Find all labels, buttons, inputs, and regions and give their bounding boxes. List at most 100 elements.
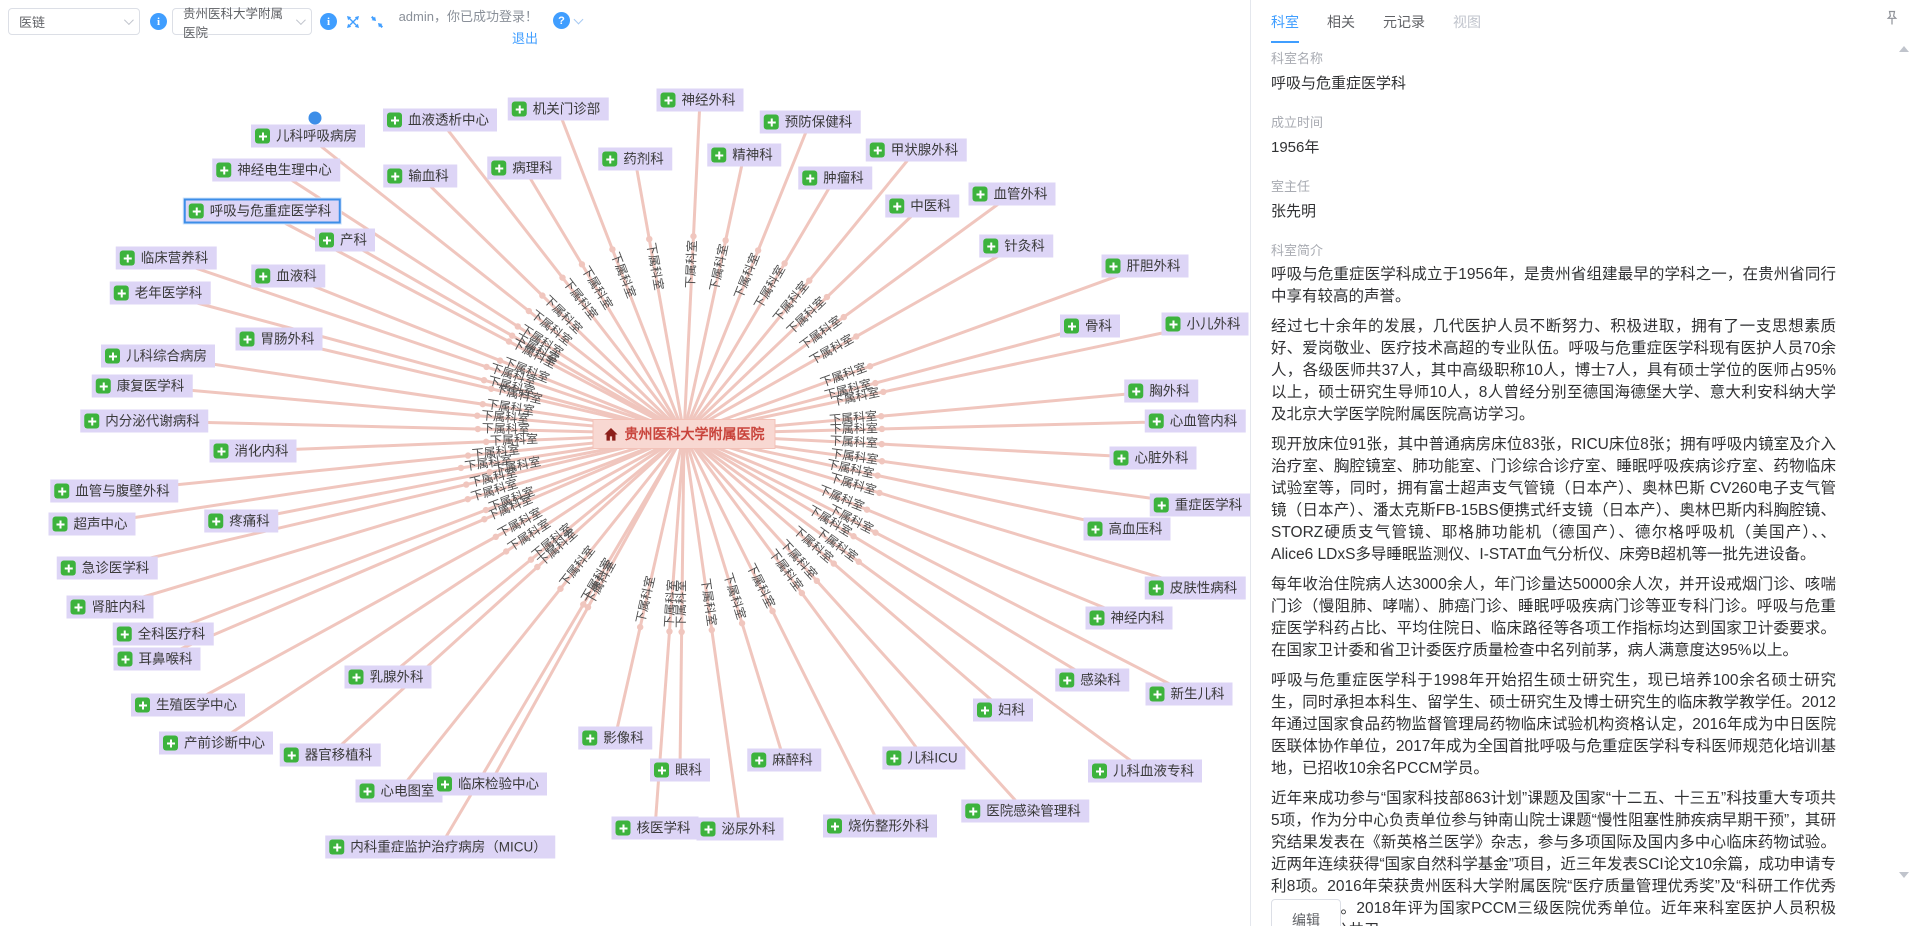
expand-plus-icon[interactable] — [701, 822, 716, 837]
graph-node[interactable]: 神经电生理中心 — [212, 159, 340, 182]
graph-node[interactable]: 儿科呼吸病房 — [251, 125, 365, 148]
graph-node[interactable]: 器官移植科 — [280, 744, 381, 767]
info-icon[interactable]: i — [320, 13, 337, 30]
expand-plus-icon[interactable] — [491, 161, 506, 176]
graph-node[interactable]: 高血压科 — [1084, 518, 1171, 541]
help-menu[interactable]: ? — [553, 12, 582, 29]
logout-link[interactable]: 退出 — [512, 28, 538, 47]
expand-plus-icon[interactable] — [117, 627, 132, 642]
graph-node[interactable]: 皮肤性病科 — [1145, 577, 1246, 600]
graph-node[interactable]: 临床营养科 — [116, 247, 217, 270]
graph-node[interactable]: 内分泌代谢病科 — [80, 410, 208, 433]
expand-plus-icon[interactable] — [61, 561, 76, 576]
graph-node[interactable]: 血管与腹壁外科 — [50, 480, 178, 503]
orphan-node-dot[interactable] — [309, 112, 322, 125]
graph-node[interactable]: 儿科ICU — [882, 747, 965, 770]
graph-type-select[interactable]: 医链 — [8, 8, 140, 35]
expand-plus-icon[interactable] — [1088, 522, 1103, 537]
expand-plus-icon[interactable] — [764, 115, 779, 130]
expand-plus-icon[interactable] — [120, 251, 135, 266]
graph-node[interactable]: 肝胆外科 — [1102, 255, 1189, 278]
expand-plus-icon[interactable] — [977, 703, 992, 718]
graph-node[interactable]: 预防保健科 — [760, 111, 861, 134]
expand-plus-icon[interactable] — [54, 484, 69, 499]
graph-node[interactable]: 产前诊断中心 — [159, 732, 273, 755]
expand-plus-icon[interactable] — [582, 731, 597, 746]
graph-node[interactable]: 骨科 — [1060, 315, 1120, 338]
tab-department[interactable]: 科室 — [1271, 12, 1299, 43]
expand-plus-icon[interactable] — [1064, 319, 1079, 334]
graph-node[interactable]: 麻醉科 — [747, 749, 821, 772]
expand-plus-icon[interactable] — [105, 349, 120, 364]
graph-node[interactable]: 老年医学科 — [110, 282, 211, 305]
expand-plus-icon[interactable] — [214, 444, 229, 459]
fit-view-icon[interactable] — [369, 14, 385, 30]
info-icon[interactable]: i — [150, 13, 167, 30]
expand-plus-icon[interactable] — [965, 804, 980, 819]
expand-plus-icon[interactable] — [387, 113, 402, 128]
graph-node[interactable]: 全科医疗科 — [113, 623, 214, 646]
expand-plus-icon[interactable] — [240, 332, 255, 347]
graph-node[interactable]: 产科 — [315, 229, 375, 252]
graph-node[interactable]: 肾脏内科 — [67, 596, 154, 619]
graph-node[interactable]: 血液科 — [251, 265, 325, 288]
expand-plus-icon[interactable] — [163, 736, 178, 751]
graph-node[interactable]: 超声中心 — [49, 513, 136, 536]
graph-node-selected[interactable]: 呼吸与危重症医学科 — [184, 199, 341, 224]
graph-node[interactable]: 输血科 — [383, 165, 457, 188]
expand-plus-icon[interactable] — [189, 204, 204, 219]
graph-node[interactable]: 中医科 — [885, 195, 959, 218]
pin-icon[interactable] — [1884, 10, 1900, 26]
expand-plus-icon[interactable] — [711, 148, 726, 163]
expand-plus-icon[interactable] — [512, 102, 527, 117]
graph-node[interactable]: 机关门诊部 — [508, 98, 609, 121]
graph-node[interactable]: 医院感染管理科 — [961, 800, 1089, 823]
graph-node[interactable]: 新生儿科 — [1146, 683, 1233, 706]
scroll-up-icon[interactable] — [1899, 46, 1909, 52]
expand-plus-icon[interactable] — [1090, 611, 1105, 626]
expand-plus-icon[interactable] — [319, 233, 334, 248]
expand-plus-icon[interactable] — [71, 600, 86, 615]
graph-node[interactable]: 甲状腺外科 — [866, 139, 967, 162]
graph-node[interactable]: 药剂科 — [598, 148, 672, 171]
expand-plus-icon[interactable] — [1128, 384, 1143, 399]
expand-plus-icon[interactable] — [135, 698, 150, 713]
expand-plus-icon[interactable] — [1150, 687, 1165, 702]
tab-metarecord[interactable]: 元记录 — [1383, 12, 1425, 41]
edit-button[interactable]: 编辑 — [1271, 899, 1341, 926]
graph-node[interactable]: 肿瘤科 — [798, 167, 872, 190]
expand-plus-icon[interactable] — [1154, 498, 1169, 513]
graph-node[interactable]: 心血管内科 — [1145, 410, 1246, 433]
expand-plus-icon[interactable] — [983, 239, 998, 254]
expand-plus-icon[interactable] — [661, 93, 676, 108]
graph-node[interactable]: 耳鼻喉科 — [114, 648, 201, 671]
expand-plus-icon[interactable] — [437, 777, 452, 792]
expand-plus-icon[interactable] — [886, 751, 901, 766]
fullscreen-icon[interactable] — [345, 14, 361, 30]
graph-node[interactable]: 急诊医学科 — [57, 557, 158, 580]
expand-plus-icon[interactable] — [802, 171, 817, 186]
scroll-down-icon[interactable] — [1899, 872, 1909, 878]
expand-plus-icon[interactable] — [1059, 673, 1074, 688]
graph-node[interactable]: 眼科 — [650, 759, 710, 782]
graph-node[interactable]: 消化内科 — [210, 440, 297, 463]
expand-plus-icon[interactable] — [53, 517, 68, 532]
expand-plus-icon[interactable] — [96, 379, 111, 394]
expand-plus-icon[interactable] — [329, 840, 344, 855]
expand-plus-icon[interactable] — [1106, 259, 1121, 274]
graph-node[interactable]: 康复医学科 — [92, 375, 193, 398]
expand-plus-icon[interactable] — [284, 748, 299, 763]
expand-plus-icon[interactable] — [827, 819, 842, 834]
expand-plus-icon[interactable] — [1092, 764, 1107, 779]
graph-node[interactable]: 重症医学科 — [1150, 494, 1250, 517]
graph-node[interactable]: 心脏外科 — [1110, 447, 1197, 470]
expand-plus-icon[interactable] — [1114, 451, 1129, 466]
expand-plus-icon[interactable] — [654, 763, 669, 778]
expand-plus-icon[interactable] — [208, 514, 223, 529]
graph-node[interactable]: 胃肠外科 — [236, 328, 323, 351]
graph-node[interactable]: 疼痛科 — [204, 510, 278, 533]
expand-plus-icon[interactable] — [360, 784, 375, 799]
expand-plus-icon[interactable] — [114, 286, 129, 301]
expand-plus-icon[interactable] — [1149, 581, 1164, 596]
expand-plus-icon[interactable] — [387, 169, 402, 184]
